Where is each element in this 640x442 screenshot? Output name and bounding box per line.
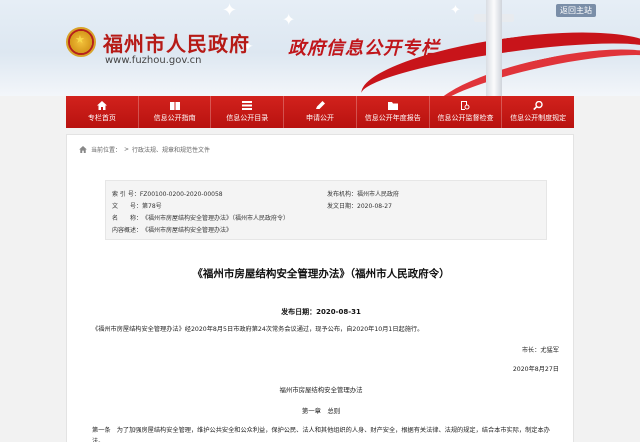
search-doc-icon (461, 101, 470, 110)
nav-item-label: 信息公开目录 (226, 114, 269, 122)
article-title: 《福州市房屋结构安全管理办法》（福州市人民政府令） (192, 268, 450, 280)
publish-date: 发布日期：2020-08-31 (67, 307, 575, 317)
nav-item-home[interactable]: 专栏首页 (66, 96, 139, 128)
return-home-link[interactable]: 返回主站 (556, 4, 596, 17)
meta-label: 内容概述： (112, 227, 143, 234)
portal-title: 政府信息公开专栏 (288, 38, 440, 59)
book-icon (169, 102, 180, 110)
nav-item-regulations[interactable]: 信息公开制度规定 (502, 96, 574, 128)
nav-item-label: 信息公开制度规定 (510, 114, 567, 122)
article-clause: 第一条 为了加强房屋结构安全管理，维护公共安全和公众利益，保护公民、法人和其他组… (92, 427, 550, 442)
nav-item-label: 信息公开年度报告 (364, 114, 421, 122)
meta-label: 索 引 号： (112, 191, 140, 198)
meta-value: FZ00100-0200-2020-00058 (139, 191, 223, 198)
meta-index: 索 引 号：FZ00100-0200-2020-00058 (112, 189, 223, 198)
nav-item-label: 申请公开 (306, 114, 335, 122)
national-emblem-icon: ★ (66, 27, 96, 57)
publish-date-value: 2020-08-31 (316, 308, 361, 316)
breadcrumb-prefix: 当前位置： (91, 147, 122, 154)
meta-label: 名 称： (112, 215, 143, 222)
meta-date: 发文日期：2020-08-27 (327, 201, 392, 210)
folder-icon (387, 102, 398, 110)
meta-docno: 文 号：第78号 (112, 201, 162, 210)
breadcrumb-link[interactable]: 行政法规、规章和规范性文件 (132, 145, 210, 154)
meta-value: 第78号 (142, 203, 162, 210)
dove-icon: ✦ (222, 0, 238, 21)
home-icon (79, 146, 87, 153)
article-subtitle: 福州市房屋结构安全管理办法 (279, 386, 363, 394)
meta-org: 发布机构：福州市人民政府 (327, 189, 399, 198)
nav-item-label: 信息公开监督检查 (437, 114, 494, 122)
meta-label: 文 号： (112, 203, 143, 210)
nav-item-label: 专栏首页 (87, 114, 116, 122)
publish-date-label: 发布日期： (281, 308, 317, 316)
site-url: www.fuzhou.gov.cn (105, 55, 202, 66)
breadcrumb: 当前位置： > 行政法规、规章和规范性文件 (79, 145, 210, 154)
meta-value: 福州市人民政府 (357, 191, 400, 198)
nav-item-label: 信息公开指南 (153, 114, 196, 122)
article-sign-date: 2020年8月27日 (512, 366, 559, 373)
article-chapter: 第一章 总则 (301, 407, 341, 415)
site-title[interactable]: 福州市人民政府 (103, 28, 250, 57)
nav-item-supervision[interactable]: 信息公开监督检查 (430, 96, 503, 128)
meta-summary: 内容概述：《福州市房屋结构安全管理办法》 (112, 225, 232, 234)
meta-value: 2020-08-27 (357, 203, 392, 210)
meta-value: 《福州市房屋结构安全管理办法》（福州市人民政府令） (142, 215, 290, 222)
home-icon (96, 101, 107, 110)
pillar-ornament (486, 0, 502, 96)
list-icon (242, 101, 253, 110)
breadcrumb-separator: > (124, 146, 130, 153)
content-panel: 当前位置： > 行政法规、规章和规范性文件 索 引 号：FZ00100-0200… (66, 134, 574, 442)
header-banner: ✦ ✦ ✦ ✦ ★ 福州市人民政府 www.fuzhou.gov.cn 政府信息… (0, 0, 640, 96)
pencil-icon (316, 101, 326, 109)
meta-label: 发布机构： (327, 191, 358, 198)
document-metadata: 索 引 号：FZ00100-0200-2020-00058 文 号：第78号 名… (105, 180, 547, 240)
dove-icon: ✦ (450, 3, 461, 18)
nav-item-apply[interactable]: 申请公开 (284, 96, 357, 128)
meta-name: 名 称：《福州市房屋结构安全管理办法》（福州市人民政府令） (112, 213, 289, 222)
article-signature: 市长：尤猛军 (521, 347, 559, 354)
dove-icon: ✦ (282, 10, 296, 29)
article-intro: 《福州市房屋结构安全管理办法》经2020年8月5日市政府第24次常务会议通过，现… (92, 326, 424, 333)
magnifier-icon (533, 101, 543, 110)
meta-label: 发文日期： (327, 203, 358, 210)
nav-item-catalog[interactable]: 信息公开目录 (211, 96, 285, 128)
nav-item-annual-report[interactable]: 信息公开年度报告 (357, 96, 430, 128)
main-nav: 专栏首页 信息公开指南 信息公开目录 申请公开 信息公开年度报告 信息公开监督检… (66, 96, 574, 128)
nav-item-guide[interactable]: 信息公开指南 (139, 96, 212, 128)
meta-value: 《福州市房屋结构安全管理办法》 (142, 227, 233, 234)
